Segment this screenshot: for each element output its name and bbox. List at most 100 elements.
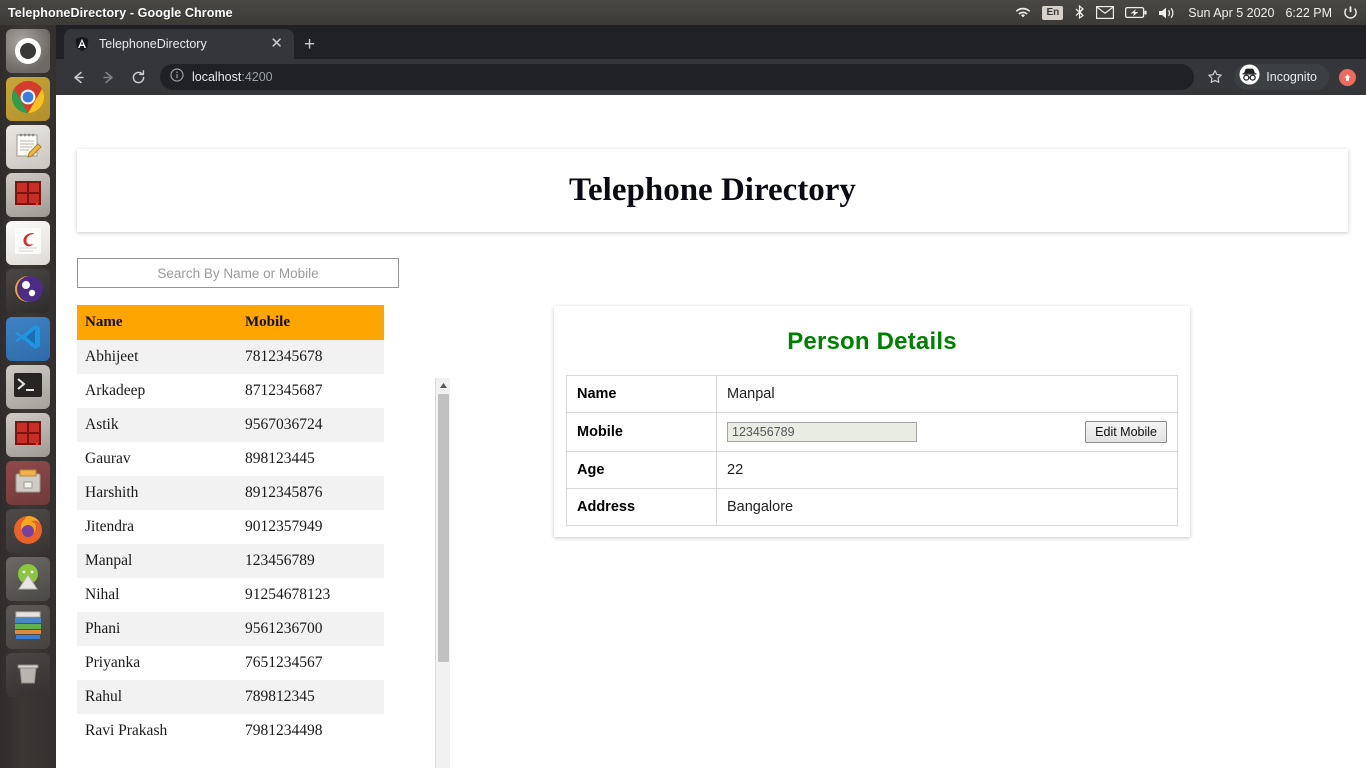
chevron-up-icon[interactable] xyxy=(436,378,451,393)
volume-icon[interactable] xyxy=(1158,6,1177,20)
launcher-item-ebook-reader[interactable] xyxy=(6,221,50,265)
detail-row-mobile: Mobile Edit Mobile xyxy=(566,412,1178,452)
cell-name: Gaurav xyxy=(85,450,131,467)
cell-mobile: 91254678123 xyxy=(245,586,331,603)
star-icon[interactable] xyxy=(1202,64,1228,90)
tab-title: TelephoneDirectory xyxy=(99,37,207,51)
cell-name: Manpal xyxy=(85,552,133,569)
launcher-item-system-settings[interactable] xyxy=(6,269,50,313)
file-cabinet-icon xyxy=(13,467,43,500)
mail-icon[interactable] xyxy=(1096,6,1115,19)
launcher-item-virtual-machine[interactable] xyxy=(6,173,50,217)
system-date[interactable]: Sun Apr 5 2020 xyxy=(1188,6,1274,20)
launcher-item-google-chrome[interactable] xyxy=(6,77,50,121)
detail-row-name: Name Manpal xyxy=(566,375,1178,413)
plus-icon[interactable]: + xyxy=(304,35,315,54)
scrollbar-thumb[interactable] xyxy=(438,394,449,662)
detail-value-name: Manpal xyxy=(716,375,1178,413)
cell-mobile: 8712345687 xyxy=(245,382,323,399)
directory-table: Name Mobile Abhijeet 7812345678 Arkadeep 87… xyxy=(77,305,384,748)
launcher-item-text-editor[interactable] xyxy=(6,125,50,169)
directory-list[interactable]: Name Mobile Abhijeet 7812345678 Arkadeep 87… xyxy=(77,305,399,768)
detail-label-name: Name xyxy=(566,375,717,413)
window-title: TelephoneDirectory - Google Chrome xyxy=(8,5,233,20)
mobile-edit-group: Edit Mobile xyxy=(727,421,1167,443)
column-header-name[interactable]: Name xyxy=(77,305,237,340)
mobile-input[interactable] xyxy=(727,422,917,442)
table-row[interactable]: Nihal 91254678123 xyxy=(77,578,384,612)
omnibox-host: localhost xyxy=(192,70,242,84)
detail-label-address: Address xyxy=(566,488,717,526)
table-row[interactable]: Rahul 789812345 xyxy=(77,680,384,714)
arrow-right-icon[interactable] xyxy=(94,63,122,91)
table-row[interactable]: Harshith 8912345876 xyxy=(77,476,384,510)
red-tiles-icon xyxy=(14,420,42,451)
table-row[interactable]: Priyanka 7651234567 xyxy=(77,646,384,680)
search-input[interactable] xyxy=(77,258,399,288)
arrow-left-icon[interactable] xyxy=(64,63,92,91)
launcher-item-android-studio[interactable] xyxy=(6,557,50,601)
cell-mobile: 7651234567 xyxy=(245,654,323,671)
table-row[interactable]: Abhijeet 7812345678 xyxy=(77,340,384,374)
browser-tab-telephonedirectory[interactable]: TelephoneDirectory ✕ xyxy=(64,29,294,59)
table-row[interactable]: Jitendra 9012357949 xyxy=(77,510,384,544)
battery-charging-icon[interactable] xyxy=(1125,6,1147,19)
cell-name: Nihal xyxy=(85,586,120,603)
cell-name: Rahul xyxy=(85,688,123,705)
profile-avatar-icon[interactable] xyxy=(1339,68,1356,86)
incognito-hat-icon xyxy=(1239,64,1260,90)
tab-strip: TelephoneDirectory ✕ + xyxy=(56,25,1366,59)
directory-table-body: Abhijeet 7812345678 Arkadeep 8712345687 Asti… xyxy=(77,340,384,748)
launcher-item-terminal[interactable] xyxy=(6,365,50,409)
cell-name: Jitendra xyxy=(85,518,135,535)
edit-mobile-button[interactable]: Edit Mobile xyxy=(1085,421,1167,443)
launcher-item-file-manager[interactable] xyxy=(6,461,50,505)
incognito-profile-chip[interactable]: Incognito xyxy=(1234,64,1329,90)
system-tray: En Sun Apr 5 2020 6:22 PM xyxy=(1015,5,1366,20)
info-circle-icon[interactable] xyxy=(170,67,184,87)
directory-scrollbar[interactable] xyxy=(435,378,450,768)
person-details-card: Person Details Name Manpal Mobile Edit M… xyxy=(554,306,1190,537)
launcher-item-ubuntu-dash[interactable] xyxy=(6,29,50,73)
system-clock[interactable]: 6:22 PM xyxy=(1285,6,1332,20)
launcher-item-visual-studio-code[interactable] xyxy=(6,317,50,361)
page-viewport: Telephone Directory Name Mobile Abhijeet… xyxy=(56,95,1366,768)
cell-mobile: 898123445 xyxy=(245,450,315,467)
table-row[interactable]: Ravi Prakash 7981234498 xyxy=(77,714,384,748)
cell-mobile: 123456789 xyxy=(245,552,315,569)
column-header-mobile[interactable]: Mobile xyxy=(237,305,384,340)
launcher-item-app-stack[interactable] xyxy=(6,605,50,649)
trash-icon xyxy=(15,660,41,691)
launcher-item-firefox[interactable] xyxy=(6,509,50,553)
table-row[interactable]: Gaurav 898123445 xyxy=(77,442,384,476)
person-details-table: Name Manpal Mobile Edit Mobile xyxy=(566,375,1178,526)
detail-value-address: Bangalore xyxy=(716,488,1178,526)
table-row[interactable]: Arkadeep 8712345687 xyxy=(77,374,384,408)
table-row[interactable]: Phani 9561236700 xyxy=(77,612,384,646)
cell-name: Astik xyxy=(85,416,119,433)
wifi-icon[interactable] xyxy=(1015,6,1031,19)
detail-row-address: Address Bangalore xyxy=(566,488,1178,526)
cell-mobile: 8912345876 xyxy=(245,484,323,501)
table-row[interactable]: Astik 9567036724 xyxy=(77,408,384,442)
person-details-heading: Person Details xyxy=(787,328,957,355)
table-row[interactable]: Manpal 123456789 xyxy=(77,544,384,578)
address-bar[interactable]: localhost:4200 xyxy=(160,64,1195,90)
red-swirl-icon xyxy=(13,226,43,261)
angular-shield-icon xyxy=(74,36,90,52)
browser-toolbar: localhost:4200 Incognito xyxy=(56,59,1366,95)
cell-mobile: 7812345678 xyxy=(245,348,323,365)
omnibox-port: :4200 xyxy=(241,70,273,84)
detail-row-age: Age 22 xyxy=(566,451,1178,489)
cell-mobile: 9012357949 xyxy=(245,518,323,535)
reload-icon[interactable] xyxy=(124,63,152,91)
ubuntu-logo-icon xyxy=(15,38,41,64)
terminal-icon xyxy=(13,372,43,403)
close-icon[interactable]: ✕ xyxy=(267,36,286,51)
launcher-item-trash[interactable] xyxy=(6,653,50,697)
power-gear-icon[interactable] xyxy=(1343,5,1358,20)
cell-mobile: 9561236700 xyxy=(245,620,323,637)
keyboard-layout-indicator[interactable]: En xyxy=(1042,5,1064,20)
bluetooth-icon[interactable] xyxy=(1074,5,1085,20)
launcher-item-virtual-machine-2[interactable] xyxy=(6,413,50,457)
